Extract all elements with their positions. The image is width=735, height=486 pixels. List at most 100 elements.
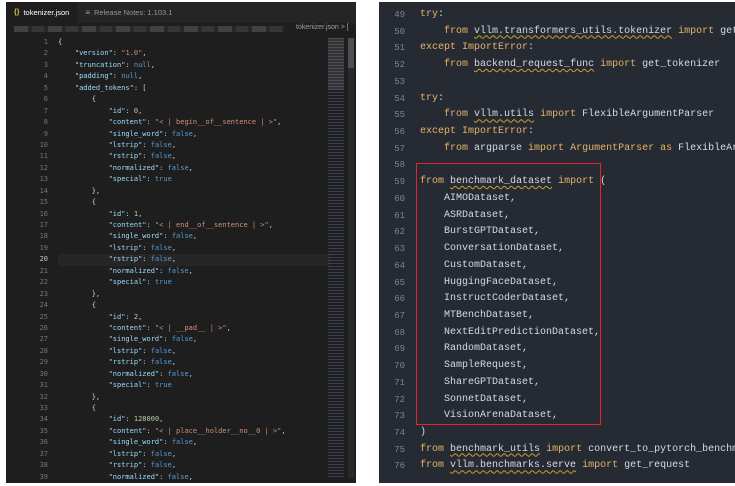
code-line[interactable]: 7 "id": 0, (6, 106, 356, 117)
code-text[interactable]: "single_word": false, (58, 437, 330, 448)
code-text[interactable]: from vllm.transformers_utils.tokenizer i… (420, 24, 735, 41)
code-text[interactable]: "single_word": false, (58, 334, 330, 345)
code-line[interactable]: 28 "lstrip": false, (6, 346, 356, 357)
code-line[interactable]: 34 "id": 128000, (6, 414, 356, 425)
code-text[interactable]: "special": true (58, 380, 330, 391)
code-line[interactable]: 50 from vllm.transformers_utils.tokenize… (379, 24, 735, 41)
code-line[interactable]: 52 from backend_request_func import get_… (379, 57, 735, 74)
code-text[interactable]: from backend_request_func import get_tok… (420, 57, 720, 74)
scrollbar-thumb[interactable] (348, 38, 354, 68)
code-text[interactable]: "rstrip": false, (58, 254, 330, 266)
code-text[interactable]: "content": "< | begin__of__sentence | >"… (58, 117, 330, 128)
code-text[interactable]: }, (58, 289, 330, 300)
code-text[interactable]: { (58, 37, 330, 48)
code-text[interactable]: "content": "< | place__holder__no__0 | >… (58, 426, 330, 437)
code-text[interactable]: "single_word": false, (58, 231, 330, 242)
code-text[interactable]: "special": true (58, 174, 330, 185)
code-line[interactable]: 25 "id": 2, (6, 312, 356, 323)
code-text[interactable]: "id": 2, (58, 312, 330, 323)
code-text[interactable]: { (58, 403, 330, 414)
code-line[interactable]: 15 { (6, 197, 356, 208)
code-line[interactable]: 36 "single_word": false, (6, 437, 356, 448)
code-text[interactable]: ) (420, 425, 426, 442)
code-text[interactable]: }, (58, 392, 330, 403)
code-text[interactable]: "normalized": false, (58, 472, 330, 483)
code-line[interactable]: 6 { (6, 94, 356, 105)
vertical-scrollbar[interactable] (348, 38, 354, 478)
code-text[interactable]: }, (58, 186, 330, 197)
code-text[interactable]: from benchmark_utils import convert_to_p… (420, 442, 735, 459)
code-line[interactable]: 9 "single_word": false, (6, 129, 356, 140)
code-line[interactable]: 5 "added_tokens": [ (6, 83, 356, 94)
code-line[interactable]: 8 "content": "< | begin__of__sentence | … (6, 117, 356, 128)
code-line[interactable]: 75 from benchmark_utils import convert_to… (379, 442, 735, 459)
code-text[interactable]: "normalized": false, (58, 266, 330, 277)
breadcrumb-file[interactable]: tokenizer.json > [ (296, 24, 349, 31)
code-text[interactable]: "normalized": false, (58, 163, 330, 174)
code-line[interactable]: 33 { (6, 403, 356, 414)
code-text[interactable]: "padding": null, (58, 71, 330, 82)
code-line[interactable]: 18 "single_word": false, (6, 231, 356, 242)
code-text[interactable]: "lstrip": false, (58, 140, 330, 151)
code-text[interactable]: "id": 128000, (58, 414, 330, 425)
code-line[interactable]: 10 "lstrip": false, (6, 140, 356, 151)
code-line[interactable]: 12 "normalized": false, (6, 163, 356, 174)
code-line[interactable]: 20 "rstrip": false, (6, 254, 356, 266)
code-line[interactable]: 4 "padding": null, (6, 71, 356, 82)
code-line[interactable]: 54 try: (379, 91, 735, 108)
code-line[interactable]: 74) (379, 425, 735, 442)
code-text[interactable]: from argparse import ArgumentParser as F… (420, 141, 735, 158)
code-line[interactable]: 35 "content": "< | place__holder__no__0 … (6, 426, 356, 437)
code-text[interactable]: "content": "< | end__of__sentence | >", (58, 220, 330, 231)
code-text[interactable]: "single_word": false, (58, 129, 330, 140)
tab-tokenizer-json[interactable]: {} tokenizer.json (6, 2, 78, 23)
minimap-viewport[interactable] (328, 38, 344, 90)
code-line[interactable]: 53 (379, 74, 735, 91)
code-line[interactable]: 49 try: (379, 7, 735, 24)
code-text[interactable]: "id": 0, (58, 106, 330, 117)
code-text[interactable]: { (58, 94, 330, 105)
code-text[interactable]: "lstrip": false, (58, 449, 330, 460)
code-text[interactable]: try: (420, 7, 444, 24)
code-text[interactable]: "lstrip": false, (58, 346, 330, 357)
code-line[interactable]: 23 }, (6, 289, 356, 300)
code-text[interactable]: "version": "1.0", (58, 48, 330, 59)
code-text[interactable]: from vllm.benchmarks.serve import get_re… (420, 458, 690, 475)
code-line[interactable]: 19 "lstrip": false, (6, 243, 356, 254)
minimap[interactable] (328, 38, 344, 478)
code-line[interactable]: 51 except ImportError: (379, 40, 735, 57)
code-line[interactable]: 26 "content": "< | __pad__ | >", (6, 323, 356, 334)
code-line[interactable]: 32 }, (6, 392, 356, 403)
code-line[interactable]: 37 "lstrip": false, (6, 449, 356, 460)
code-text[interactable]: "added_tokens": [ (58, 83, 330, 94)
code-line[interactable]: 30 "normalized": false, (6, 369, 356, 380)
code-line[interactable]: 21 "normalized": false, (6, 266, 356, 277)
code-line[interactable]: 57 from argparse import ArgumentParser a… (379, 141, 735, 158)
code-line[interactable]: 2 "version": "1.0", (6, 48, 356, 59)
code-text[interactable]: except ImportError: (420, 124, 534, 141)
code-line[interactable]: 38 "rstrip": false, (6, 460, 356, 471)
code-line[interactable]: 13 "special": true (6, 174, 356, 185)
code-line[interactable]: 1{ (6, 37, 356, 48)
code-text[interactable]: "special": true (58, 277, 330, 288)
code-text[interactable]: try: (420, 91, 444, 108)
code-text[interactable]: from vllm.utils import FlexibleArgumentP… (420, 107, 714, 124)
code-text[interactable]: except ImportError: (420, 40, 534, 57)
json-code-area[interactable]: 1{2 "version": "1.0", 3 "truncation": nul… (6, 37, 356, 483)
code-line[interactable]: 31 "special": true (6, 380, 356, 391)
code-line[interactable]: 55 from vllm.utils import FlexibleArgume… (379, 107, 735, 124)
code-line[interactable]: 14 }, (6, 186, 356, 197)
code-text[interactable]: "id": 1, (58, 209, 330, 220)
code-line[interactable]: 76 from vllm.benchmarks.serve import get_… (379, 458, 735, 475)
code-text[interactable]: "normalized": false, (58, 369, 330, 380)
code-line[interactable]: 17 "content": "< | end__of__sentence | >… (6, 220, 356, 231)
code-line[interactable]: 24 { (6, 300, 356, 311)
code-text[interactable]: "rstrip": false, (58, 357, 330, 368)
code-line[interactable]: 27 "single_word": false, (6, 334, 356, 345)
tab-release-notes[interactable]: ≡ Release Notes: 1.103.1 (77, 2, 180, 23)
code-line[interactable]: 16 "id": 1, (6, 209, 356, 220)
code-text[interactable]: "content": "< | __pad__ | >", (58, 323, 330, 334)
code-line[interactable]: 56 except ImportError: (379, 124, 735, 141)
code-line[interactable]: 39 "normalized": false, (6, 472, 356, 483)
code-line[interactable]: 29 "rstrip": false, (6, 357, 356, 368)
